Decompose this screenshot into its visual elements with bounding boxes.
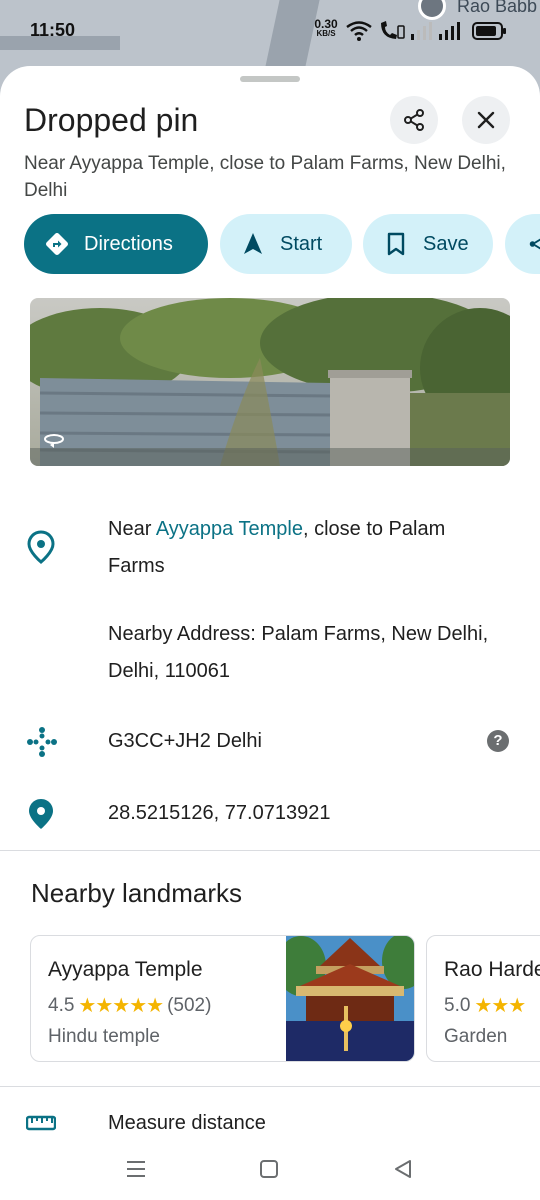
landmark-name: Ayyappa Temple [48,958,203,981]
landmark-rating: 5.0 ★★★ [444,993,529,1018]
signal-icon [439,22,460,40]
save-label: Save [423,232,469,255]
nearby-address-line2: Delhi, 110061 [108,660,230,682]
directions-label: Directions [84,232,173,255]
share-icon [525,231,540,257]
start-label: Start [280,232,323,255]
landmark-card[interactable]: Rao Harde 5.0 ★★★ Garden [426,935,540,1062]
share-icon [404,109,424,131]
landmark-type: Garden [444,1026,508,1047]
navigation-arrow-icon [240,231,266,257]
home-button[interactable] [254,1154,284,1184]
wifi-calling-icon [381,21,405,39]
360-view-icon [44,434,64,448]
review-count: (502) [167,994,212,1016]
directions-button[interactable]: Directions [24,214,208,274]
street-view-photo[interactable] [30,298,510,466]
ayyappa-temple-link[interactable]: Ayyappa Temple [156,518,303,540]
battery-icon [472,22,506,40]
start-button[interactable]: Start [220,214,352,274]
place-sheet: Dropped pin Near Ayyappa Temple, close t… [0,66,540,1200]
nearby-address-line1: Nearby Address: Palam Farms, New Delhi, [108,623,489,645]
coordinates[interactable]: 28.5215126, 77.0713921 [108,795,330,832]
section-divider [0,850,540,851]
plus-code-icon [27,727,57,757]
landmark-card[interactable]: Ayyappa Temple 4.5 ★★★★★ (502) Hindu tem… [30,935,415,1062]
place-title: Dropped pin [24,102,199,138]
rating-value: 5.0 [444,994,471,1016]
recent-apps-button[interactable] [121,1154,151,1184]
wifi-icon [346,21,372,41]
home-square-icon [260,1160,278,1178]
share-chip-button[interactable] [505,214,540,274]
landmark-name: Rao Harde [444,958,540,981]
nearby-landmarks-title: Nearby landmarks [31,878,242,908]
landmark-type: Hindu temple [48,1026,160,1047]
save-button[interactable]: Save [363,214,493,274]
measure-distance-button[interactable]: Measure distance [108,1112,266,1135]
temple-photo [286,936,414,1061]
directions-icon [44,231,70,257]
section-divider [0,1086,540,1087]
status-bar: 11:50 0.30 KB/S [0,0,540,60]
nearby-address[interactable]: Nearby Address: Palam Farms, New Delhi, … [108,616,488,690]
back-triangle-icon [395,1160,411,1178]
place-subtitle: Near Ayyappa Temple, close to Palam Farm… [24,153,506,201]
network-speed-value: 0.30 [314,17,338,31]
address-near-line1: Near Ayyappa Temple, close to Palam [108,518,446,540]
signal-weak-icon [411,22,432,40]
star-rating-icon: ★★★★★ [78,995,164,1017]
landmark-rating: 4.5 ★★★★★ (502) [48,993,211,1018]
help-icon[interactable]: ? [487,730,509,752]
close-button[interactable] [462,96,510,144]
sheet-drag-handle[interactable] [240,76,300,82]
network-speed: 0.30 KB/S [310,17,342,39]
bookmark-icon [383,231,409,257]
menu-icon [127,1161,145,1177]
status-time: 11:50 [30,20,76,40]
address-near[interactable]: Near Ayyappa Temple, close to Palam Farm… [108,511,445,585]
close-icon [477,111,495,129]
address-near-line2: Farms [108,555,165,577]
share-button[interactable] [390,96,438,144]
ruler-icon [26,1115,56,1131]
rating-value: 4.5 [48,994,75,1016]
plus-code[interactable]: G3CC+JH2 Delhi [108,723,262,760]
system-navigation-bar [0,1140,540,1200]
location-pin-outline-icon [27,530,55,564]
back-button[interactable] [388,1154,418,1184]
location-pin-icon [29,799,53,829]
star-rating-icon: ★★★ [474,995,526,1017]
